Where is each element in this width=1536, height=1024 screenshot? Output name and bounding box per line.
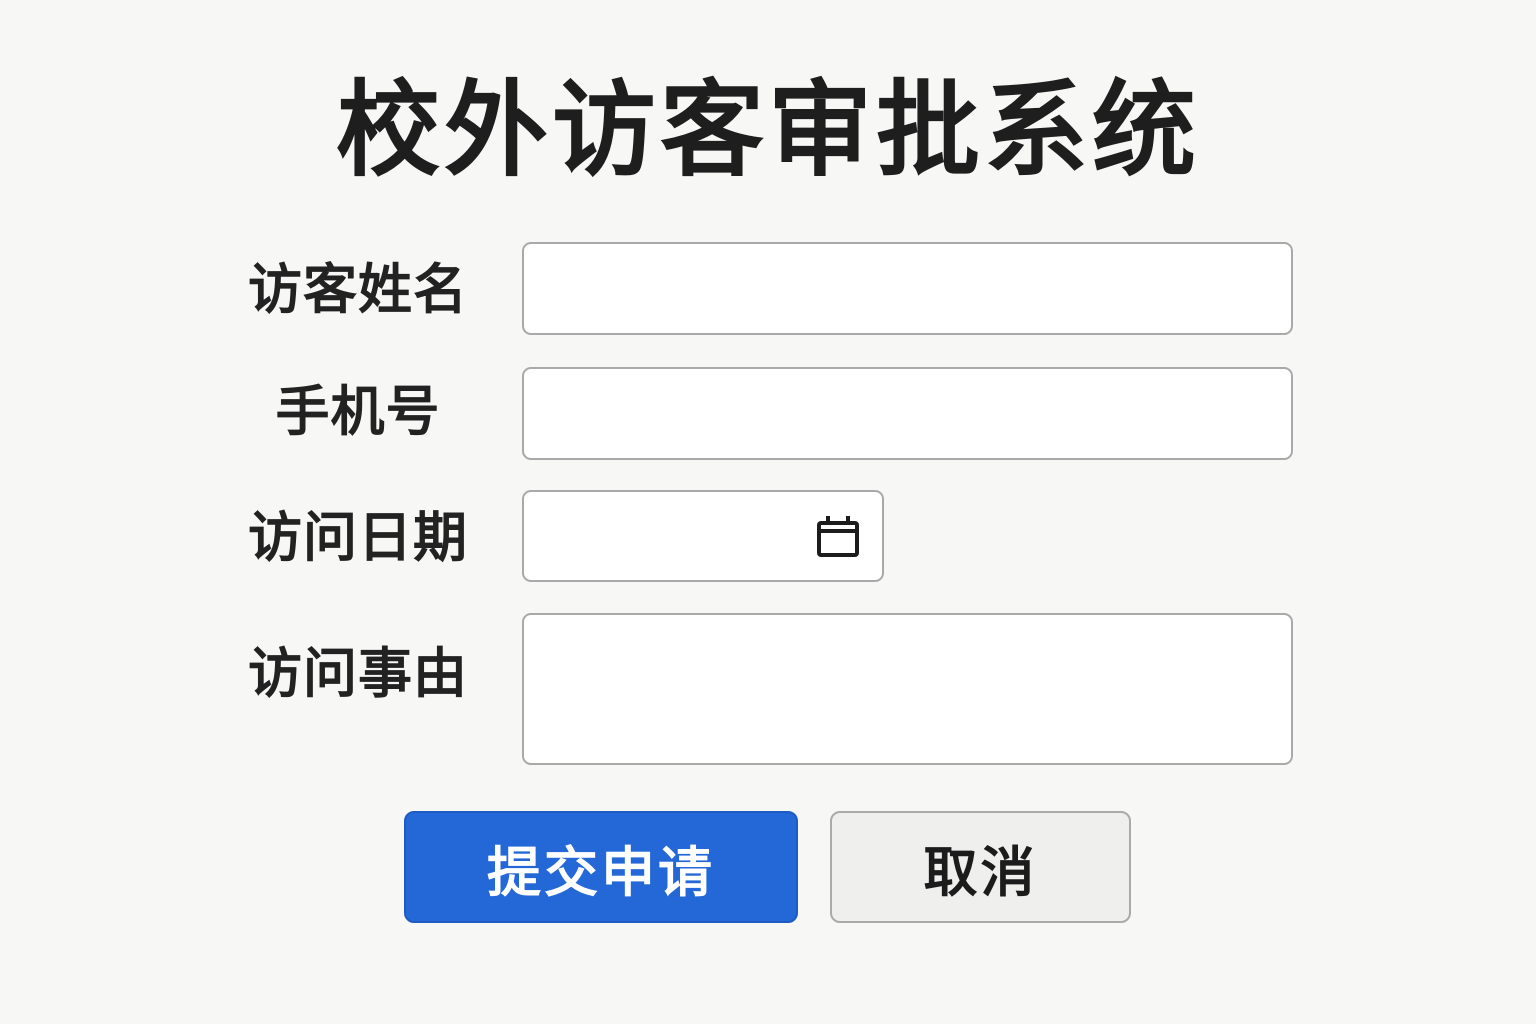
visitor-name-input[interactable] xyxy=(522,242,1293,335)
visitor-name-label: 访客姓名 xyxy=(248,258,468,321)
phone-label: 手机号 xyxy=(275,380,441,443)
submit-button[interactable]: 提交申请 xyxy=(404,811,798,923)
visit-date-label: 访问日期 xyxy=(248,506,468,569)
visit-reason-label: 访问事由 xyxy=(248,642,468,705)
phone-input[interactable] xyxy=(522,367,1293,460)
calendar-icon[interactable] xyxy=(816,514,860,558)
visitor-approval-page: 校外访客审批系统 访客姓名 手机号 访问日期 访问事由 提交申请 取消 xyxy=(0,0,1536,1024)
visit-reason-textarea[interactable] xyxy=(522,613,1293,765)
cancel-button[interactable]: 取消 xyxy=(830,811,1131,923)
page-title: 校外访客审批系统 xyxy=(335,69,1200,191)
